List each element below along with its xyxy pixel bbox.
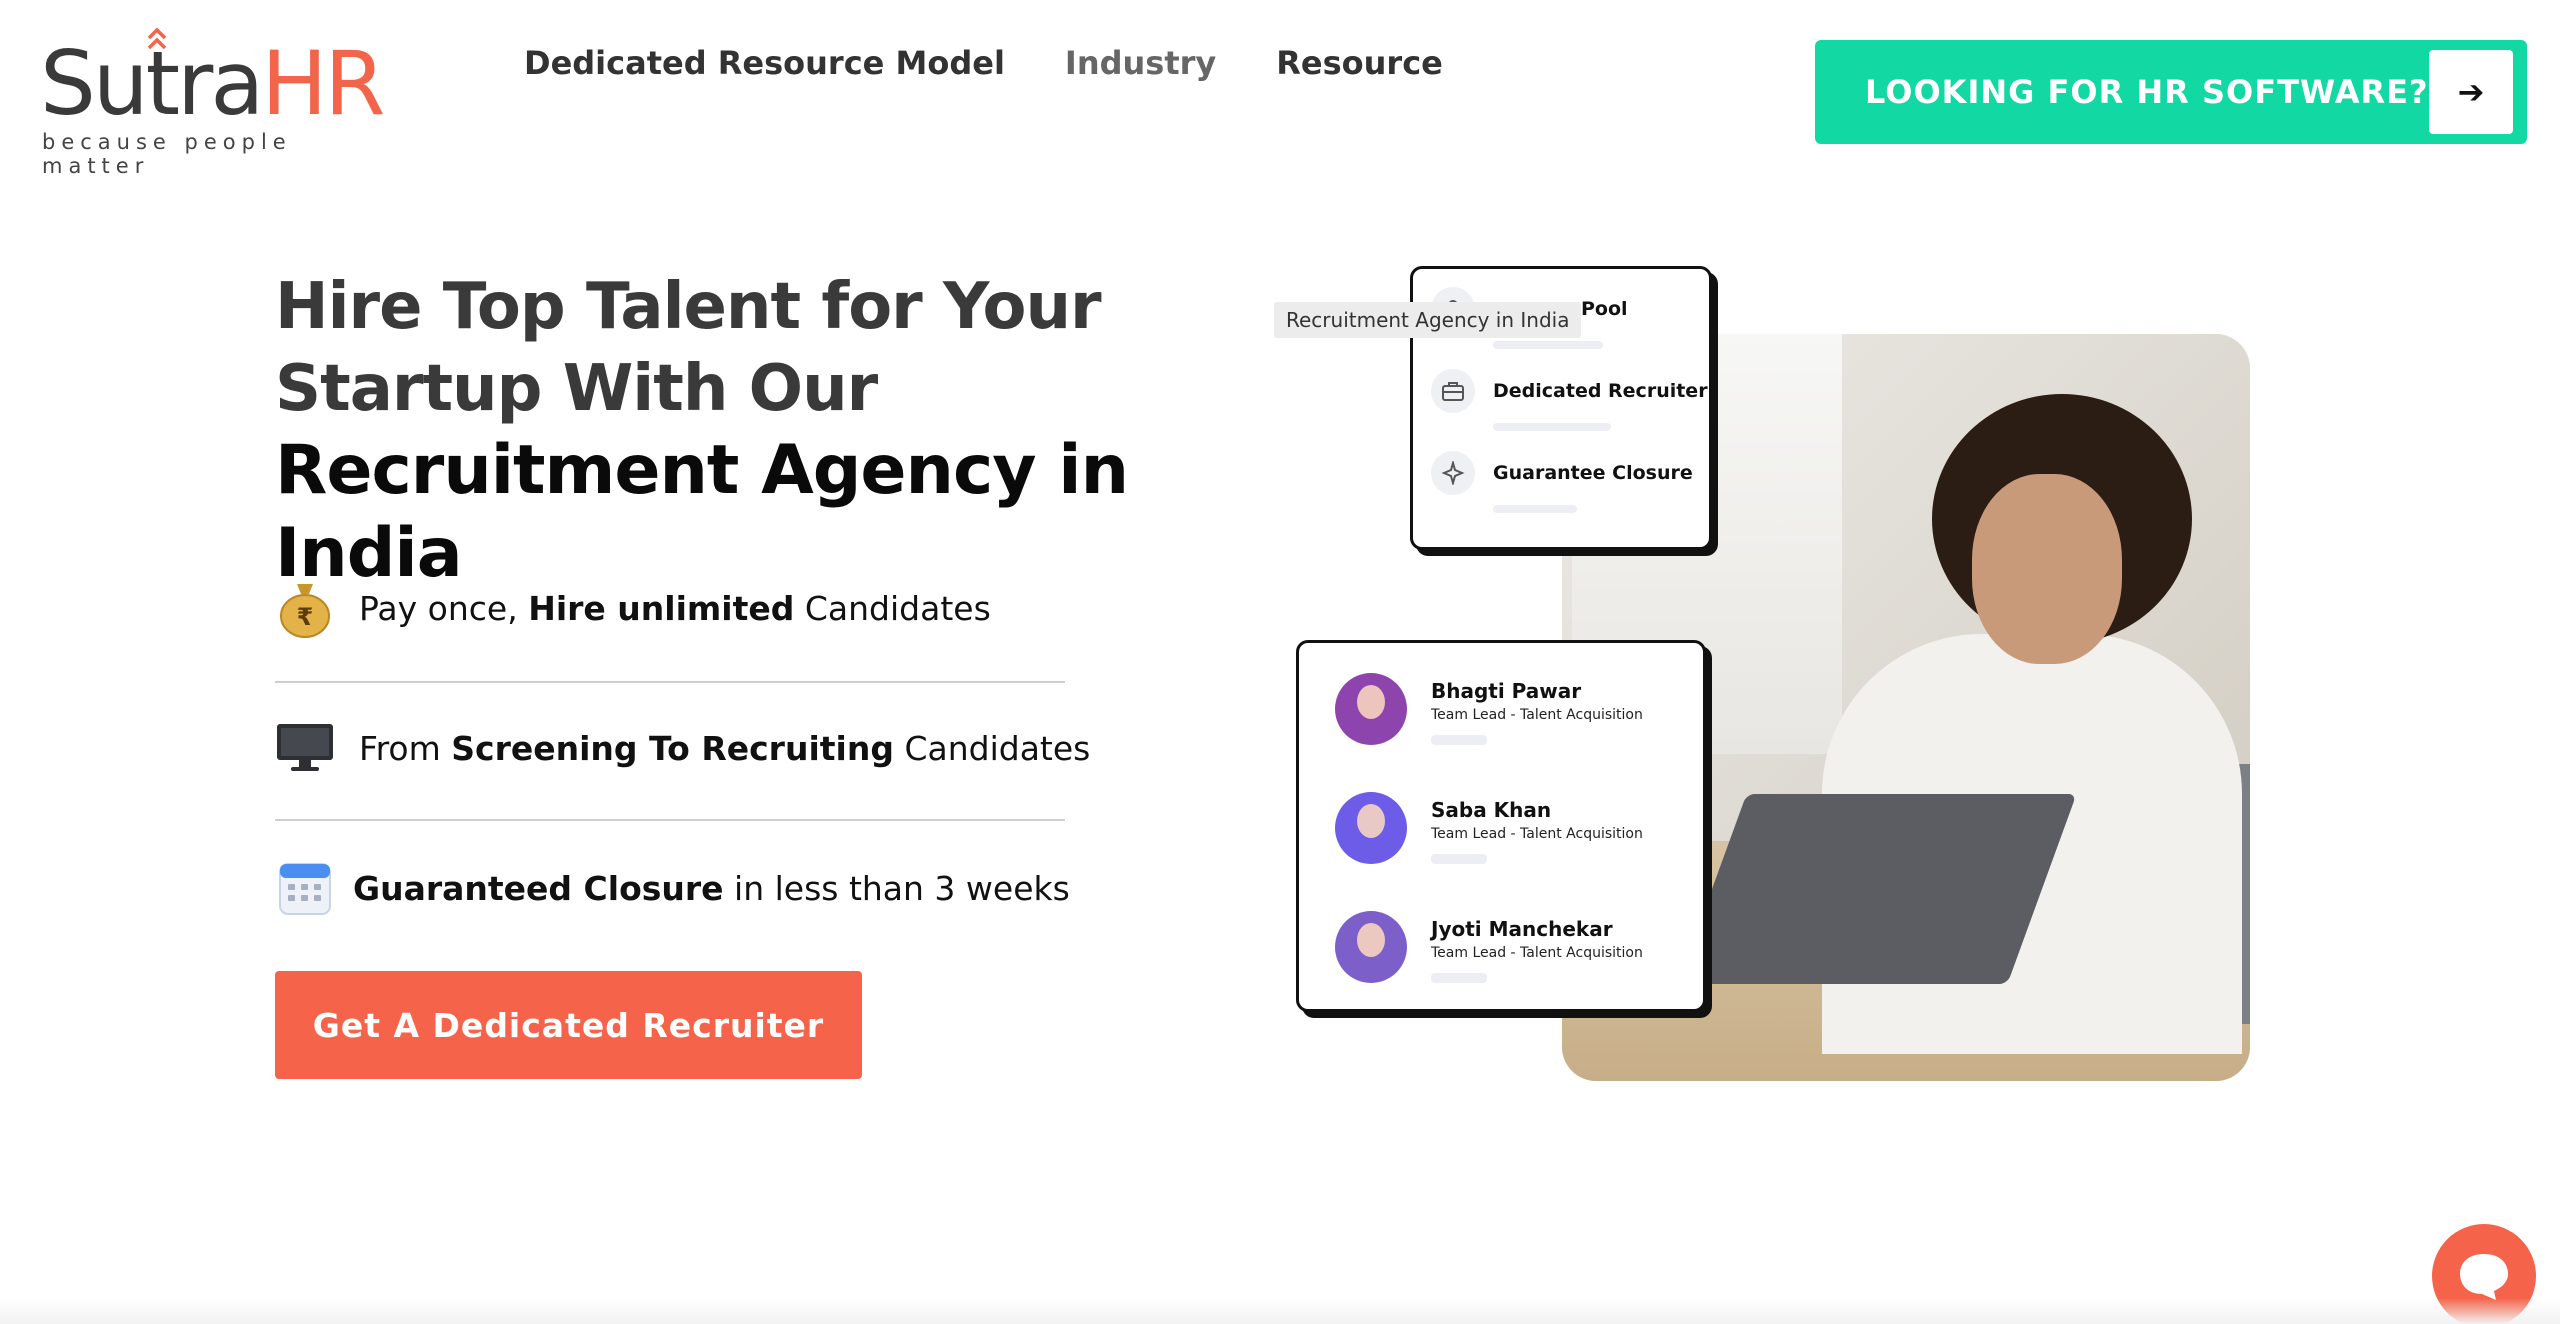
- avatar: [1335, 792, 1407, 864]
- hero-title-line3: Recruitment Agency in India: [275, 431, 1129, 593]
- placeholder-bar: [1431, 735, 1487, 745]
- svg-text:₹: ₹: [297, 603, 314, 631]
- nav-resource[interactable]: Resource: [1276, 44, 1443, 82]
- placeholder-bar: [1493, 505, 1577, 513]
- placeholder-bar: [1493, 341, 1603, 349]
- service-item-label: Guarantee Closure: [1493, 462, 1693, 484]
- placeholder-bar: [1431, 973, 1487, 983]
- hero-title-line1: Hire Top Talent for Your: [275, 270, 1102, 344]
- photo-person-face: [1972, 474, 2122, 664]
- placeholder-bar: [1493, 423, 1611, 431]
- logo-tagline: because people matter: [42, 130, 292, 178]
- feature-guaranteed-closure: Guaranteed Closure in less than 3 weeks: [275, 858, 1070, 918]
- get-dedicated-recruiter-button[interactable]: Get A Dedicated Recruiter: [275, 971, 862, 1079]
- feature-closure-bold: Guaranteed Closure: [353, 868, 724, 908]
- avatar: [1335, 673, 1407, 745]
- photo-laptop: [1677, 794, 2077, 984]
- feature-pay-once-post: Candidates: [804, 588, 991, 628]
- nav-dedicated-resource-model[interactable]: Dedicated Resource Model: [524, 44, 1005, 82]
- recruiter-role: Team Lead - Talent Acquisition: [1431, 945, 1643, 961]
- service-item-label: Pool: [1581, 298, 1628, 320]
- recruiter-name: Saba Khan: [1431, 798, 1552, 822]
- hero-title-line2: Startup With Our: [275, 352, 878, 426]
- site-logo[interactable]: SutraHR because people matter: [40, 26, 390, 178]
- feature-divider: [275, 819, 1065, 821]
- logo-brand-part1: Sutra: [40, 32, 264, 135]
- logo-wordmark: SutraHR: [40, 40, 386, 128]
- feature-pay-once-bold: Hire unlimited: [528, 588, 795, 628]
- recruiter-row: Jyoti Manchekar Team Lead - Talent Acqui…: [1335, 911, 1643, 983]
- monitor-icon: [275, 718, 335, 778]
- chat-icon: [2460, 1254, 2508, 1300]
- feature-screening-pre: From: [359, 728, 441, 768]
- recruiters-card: Bhagti Pawar Team Lead - Talent Acquisit…: [1296, 640, 1706, 1012]
- feature-pay-once: ₹ Pay once, Hire unlimited Candidates: [275, 578, 991, 638]
- recruiter-role: Team Lead - Talent Acquisition: [1431, 707, 1643, 723]
- calendar-icon: [275, 858, 335, 918]
- hr-software-button-label: LOOKING FOR HR SOFTWARE?: [1865, 73, 2429, 111]
- recruiter-name: Bhagti Pawar: [1431, 679, 1582, 703]
- hr-software-button[interactable]: LOOKING FOR HR SOFTWARE? ➔: [1815, 40, 2527, 144]
- service-item-guarantee-closure: Guarantee Closure: [1431, 451, 1693, 495]
- service-item-label: Dedicated Recruiter: [1493, 380, 1708, 402]
- feature-pay-once-pre: Pay once,: [359, 588, 518, 628]
- nav-industry[interactable]: Industry: [1065, 44, 1216, 82]
- recruiter-row: Bhagti Pawar Team Lead - Talent Acquisit…: [1335, 673, 1643, 745]
- placeholder-bar: [1431, 854, 1487, 864]
- feature-screening: From Screening To Recruiting Candidates: [275, 718, 1090, 778]
- hero-title: Hire Top Talent for Your Startup With Ou…: [275, 266, 1255, 596]
- recruiter-row: Saba Khan Team Lead - Talent Acquisition: [1335, 792, 1643, 864]
- avatar: [1335, 911, 1407, 983]
- main-nav: Dedicated Resource Model Industry Resour…: [524, 44, 1443, 82]
- service-item-dedicated-recruiter: Dedicated Recruiter: [1431, 369, 1708, 413]
- feature-screening-post: Candidates: [904, 728, 1091, 768]
- briefcase-icon: [1431, 369, 1475, 413]
- feature-divider: [275, 681, 1065, 683]
- recruiter-role: Team Lead - Talent Acquisition: [1431, 826, 1643, 842]
- image-tooltip: Recruitment Agency in India: [1274, 302, 1582, 338]
- page-bottom-shade: [0, 1298, 2560, 1324]
- sparkle-icon: [1431, 451, 1475, 495]
- feature-closure-post: in less than 3 weeks: [734, 868, 1070, 908]
- feature-screening-bold: Screening To Recruiting: [451, 728, 894, 768]
- recruiter-name: Jyoti Manchekar: [1431, 917, 1613, 941]
- money-bag-icon: ₹: [275, 578, 335, 638]
- arrow-right-icon: ➔: [2429, 50, 2513, 134]
- logo-brand-part2: HR: [261, 32, 385, 135]
